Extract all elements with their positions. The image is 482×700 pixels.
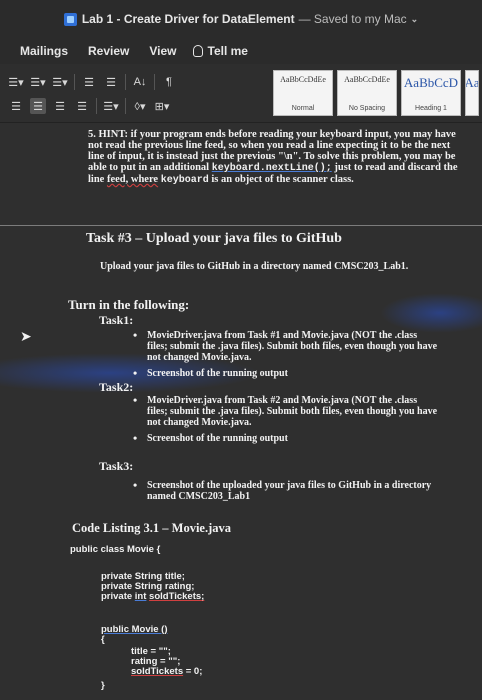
task2-label: Task2: (99, 380, 134, 394)
bullets-list-icon[interactable]: ☰▾ (8, 74, 24, 90)
style-heading-2[interactable]: Aa (465, 70, 479, 116)
line-spacing-icon[interactable]: ☰▾ (103, 98, 119, 114)
task1-label: Task1: (99, 313, 134, 327)
code-close-brace: } (101, 680, 105, 691)
align-right-icon[interactable]: ☰ (52, 98, 68, 114)
screen-glare (380, 293, 482, 333)
style-sample: AaBbCcD (403, 75, 459, 90)
code-field-sold-tickets: private int soldTickets; (101, 592, 204, 602)
style-sample: AaBbCcDdEe (344, 75, 390, 84)
section-divider (0, 225, 482, 226)
align-left-icon[interactable]: ☰ (8, 98, 24, 114)
hint-feed-where: feed, where (106, 174, 159, 185)
style-sample: Aa (465, 75, 479, 90)
increase-indent-icon[interactable]: ☰ (103, 74, 119, 90)
tab-view[interactable]: View (149, 44, 176, 58)
task3-heading: Task #3 – Upload your java files to GitH… (86, 231, 342, 246)
paragraph-tools-row-2: ☰ ☰ ☰ ☰ ☰▾ ◊▾ ⊞▾ (8, 98, 170, 114)
list-item: MovieDriver.java from Task #1 and Movie.… (133, 330, 437, 363)
code-text: = 0; (183, 666, 203, 677)
divider (74, 74, 75, 90)
numbered-list-icon[interactable]: ☰▾ (30, 74, 46, 90)
tell-me-search[interactable]: Tell me (192, 44, 248, 58)
code-text: private (101, 591, 135, 602)
tab-mailings[interactable]: Mailings (20, 44, 68, 58)
hint-code-nextline: keyboard.nextLine(); (211, 163, 332, 174)
style-name: No Spacing (348, 105, 386, 112)
list-item: MovieDriver.java from Task #2 and Movie.… (133, 395, 437, 428)
style-sample: AaBbCcDdEe (280, 75, 326, 84)
divider (96, 98, 97, 114)
hint-text-end: is an object of the scanner class. (208, 174, 354, 185)
chevron-down-icon[interactable]: ⌄ (411, 14, 419, 25)
styles-gallery: AaBbCcDdEe Normal AaBbCcDdEe No Spacing … (273, 70, 479, 116)
style-name: Normal (291, 105, 315, 112)
save-status: — Saved to my Mac (298, 12, 407, 26)
task3-label: Task3: (99, 459, 134, 473)
code-listing-title: Code Listing 3.1 – Movie.java (72, 521, 232, 535)
ribbon-toolbar: ☰▾ ☰▾ ☰▾ ☰ ☰ A↓ ¶ ☰ ☰ ☰ ☰ ☰▾ ◊▾ ⊞▾ AaBbC… (0, 64, 482, 123)
style-heading-1[interactable]: AaBbCcD Heading 1 (401, 70, 461, 116)
divider (125, 74, 126, 90)
code-constructor: public Movie () (101, 624, 168, 635)
upload-instruction: Upload your java files to GitHub in a di… (100, 261, 409, 272)
code-assign-sold-tickets: soldTickets = 0; (131, 667, 202, 677)
list-item: Screenshot of the running output (133, 433, 437, 444)
justify-icon[interactable]: ☰ (74, 98, 90, 114)
code-identifier: soldTickets (131, 666, 184, 677)
divider (154, 74, 155, 90)
lightbulb-icon (192, 45, 203, 57)
window-title-bar: Lab 1 - Create Driver for DataElement — … (0, 0, 482, 38)
hint-paragraph: 5. HINT: if your program ends before rea… (88, 129, 468, 186)
code-identifier: soldTickets; (149, 591, 205, 602)
style-no-spacing[interactable]: AaBbCcDdEe No Spacing (337, 70, 397, 116)
borders-icon[interactable]: ⊞▾ (154, 98, 170, 114)
style-name: Heading 1 (415, 105, 447, 112)
shading-icon[interactable]: ◊▾ (132, 98, 148, 114)
document-page[interactable]: 5. HINT: if your program ends before rea… (0, 123, 482, 700)
sort-icon[interactable]: A↓ (132, 74, 148, 90)
code-type: int (134, 591, 147, 602)
multilevel-list-icon[interactable]: ☰▾ (52, 74, 68, 90)
paragraph-tools-row-1: ☰▾ ☰▾ ☰▾ ☰ ☰ A↓ ¶ (8, 74, 177, 90)
tab-review[interactable]: Review (88, 44, 129, 58)
mouse-pointer-icon: ➤ (20, 329, 32, 345)
tell-me-label: Tell me (207, 44, 248, 58)
align-center-icon[interactable]: ☰ (30, 98, 46, 114)
code-open-brace: { (101, 634, 105, 645)
ribbon-tabs: Mailings Review View Tell me (0, 38, 482, 64)
list-item: Screenshot of the uploaded your java fil… (133, 480, 437, 502)
divider (125, 98, 126, 114)
show-formatting-icon[interactable]: ¶ (161, 74, 177, 90)
word-document-icon (63, 12, 77, 26)
decrease-indent-icon[interactable]: ☰ (81, 74, 97, 90)
turn-in-heading: Turn in the following: (68, 297, 190, 312)
document-title[interactable]: Lab 1 - Create Driver for DataElement (82, 12, 295, 26)
list-item: Screenshot of the running output (133, 368, 437, 379)
style-normal[interactable]: AaBbCcDdEe Normal (273, 70, 333, 116)
code-class-decl: public class Movie { (70, 544, 161, 555)
hint-code-keyboard: keyboard (160, 175, 209, 186)
